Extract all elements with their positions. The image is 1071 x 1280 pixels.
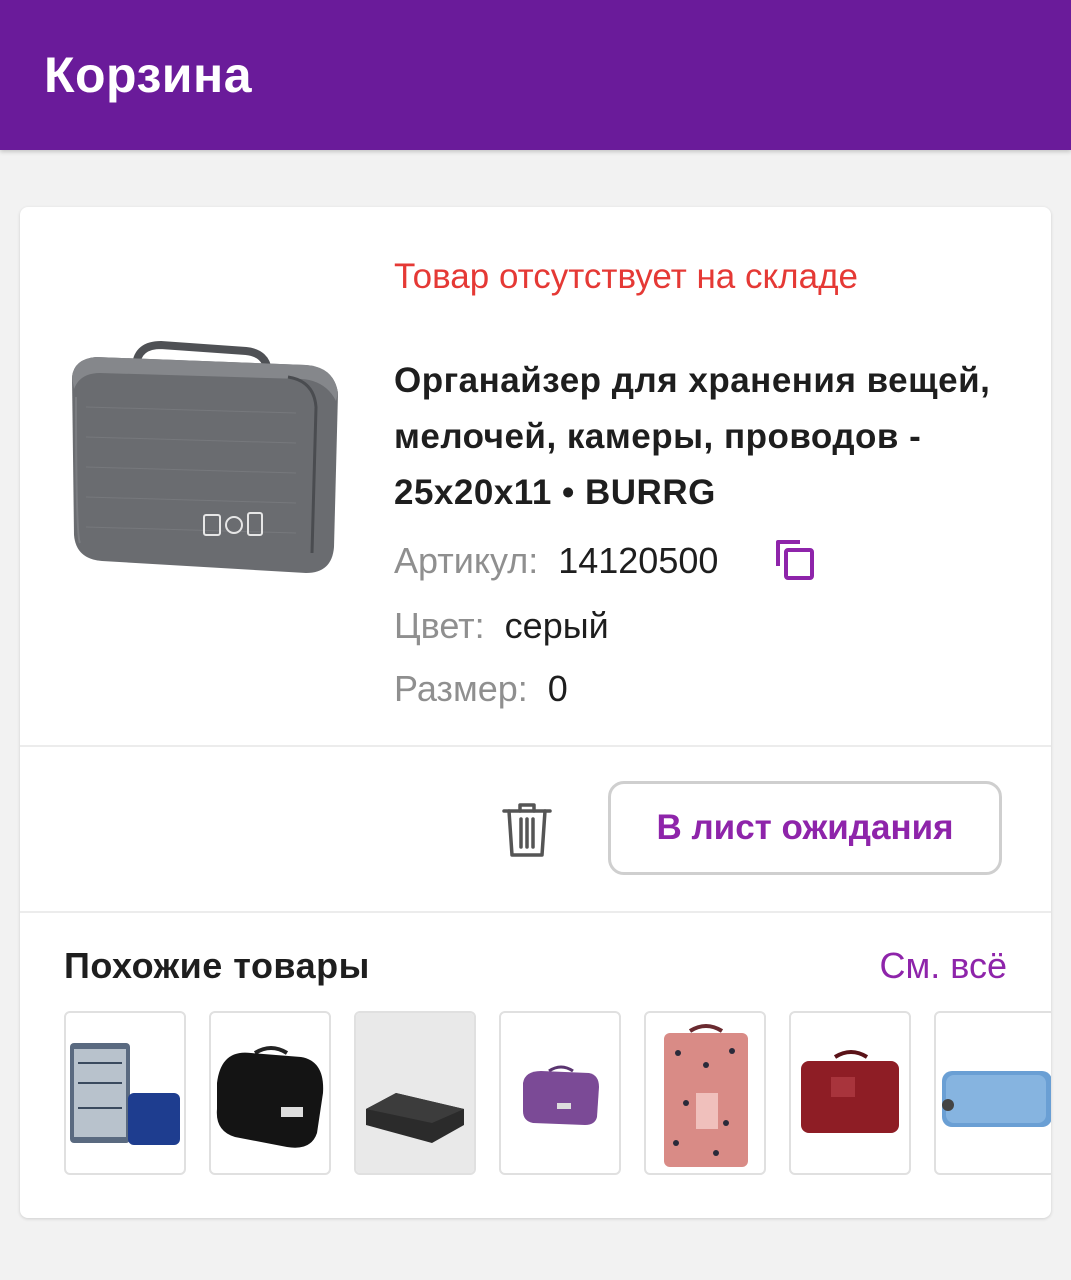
similar-item-5[interactable] xyxy=(644,1011,766,1175)
color-value: серый xyxy=(504,605,609,646)
trash-icon[interactable] xyxy=(500,801,554,859)
size-value: 0 xyxy=(547,668,568,709)
divider xyxy=(20,745,1051,747)
add-to-waitlist-button[interactable]: В лист ожидания xyxy=(608,781,1002,875)
similar-item-1[interactable] xyxy=(64,1011,186,1175)
cart-item-card: Товар отсутствует на складе Органайзер д… xyxy=(20,207,1051,1218)
product-title[interactable]: Органайзер для хранения вещей, мелочей, … xyxy=(394,353,1014,521)
color-row: Цвет: серый xyxy=(394,605,609,647)
sku-row: Артикул: 14120500 xyxy=(394,540,718,582)
similar-item-6[interactable] xyxy=(789,1011,911,1175)
size-row: Размер: 0 xyxy=(394,668,568,710)
copy-icon[interactable] xyxy=(772,536,818,582)
sku-value: 14120500 xyxy=(558,540,719,581)
similar-item-4[interactable] xyxy=(499,1011,621,1175)
similar-products-heading: Похожие товары xyxy=(64,945,370,986)
product-image[interactable] xyxy=(66,337,346,582)
page-title: Корзина xyxy=(44,47,253,103)
similar-products-strip[interactable] xyxy=(64,1011,1051,1177)
see-all-link[interactable]: См. всё xyxy=(880,945,1008,987)
divider xyxy=(20,911,1051,913)
sku-label: Артикул: xyxy=(394,540,539,581)
out-of-stock-status: Товар отсутствует на складе xyxy=(394,257,858,296)
similar-item-2[interactable] xyxy=(209,1011,331,1175)
app-bar: Корзина xyxy=(0,0,1071,150)
similar-item-3[interactable] xyxy=(354,1011,476,1175)
color-label: Цвет: xyxy=(394,605,485,646)
size-label: Размер: xyxy=(394,668,528,709)
similar-item-7[interactable] xyxy=(934,1011,1051,1175)
